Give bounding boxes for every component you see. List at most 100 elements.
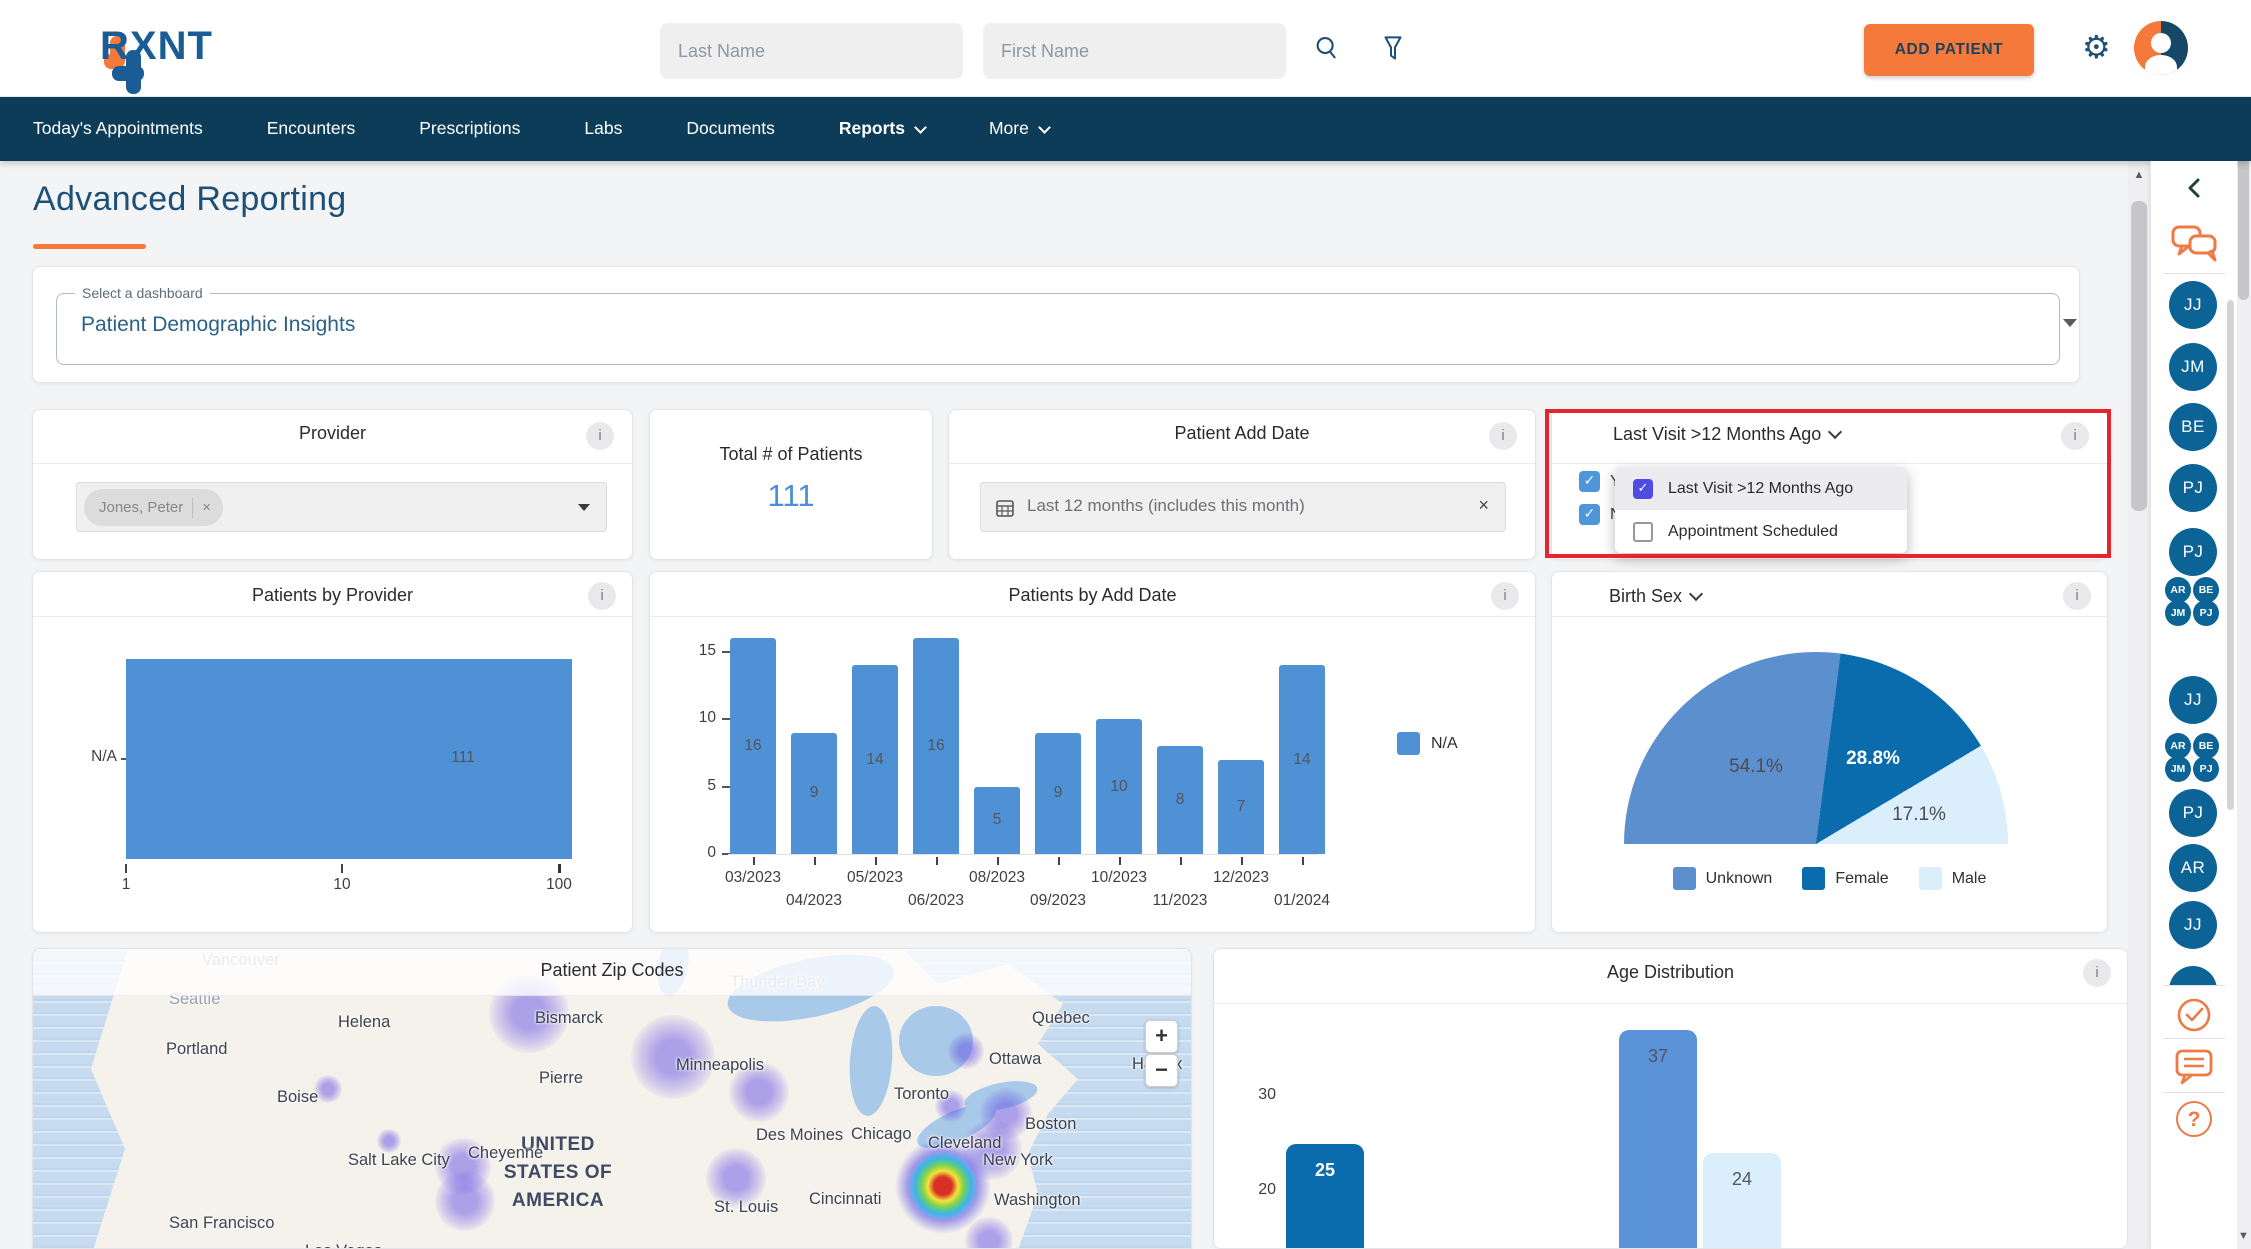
info-icon[interactable]: i xyxy=(588,582,616,610)
clear-icon[interactable]: × xyxy=(1478,495,1489,516)
last-visit-yes-checkbox[interactable]: ✓ xyxy=(1579,471,1600,492)
x-tick-mark xyxy=(1302,857,1304,865)
chart-bar[interactable] xyxy=(1703,1153,1781,1249)
legend-item: Female xyxy=(1802,867,1888,890)
avatar[interactable]: PJ xyxy=(2169,528,2217,576)
legend-swatch xyxy=(1397,732,1420,755)
x-tick-label: 08/2023 xyxy=(957,869,1037,887)
avatar[interactable] xyxy=(2134,21,2188,75)
legend-item: Male xyxy=(1919,867,1987,890)
nav-item-label: More xyxy=(989,118,1029,139)
provider-select[interactable]: Jones, Peter × xyxy=(76,482,607,532)
map-city-label: New York xyxy=(983,1151,1053,1170)
x-tick-label: 1 xyxy=(106,876,146,894)
sidebar-scrollbar-thumb[interactable] xyxy=(2227,300,2234,810)
dashboard-select-card: Select a dashboard Patient Demographic I… xyxy=(32,266,2080,383)
filter-icon[interactable] xyxy=(1378,33,1408,68)
chart-title: Birth Sex xyxy=(1609,586,1682,606)
last-name-input[interactable] xyxy=(660,23,963,79)
nav-item-encounters[interactable]: Encounters xyxy=(267,118,356,139)
gear-icon[interactable]: ⚙ xyxy=(2082,31,2111,63)
map-city-label: Des Moines xyxy=(756,1126,843,1145)
patients-by-provider-card: Patients by Provider i N/A 111 1 10 100 xyxy=(32,571,633,933)
bar-value-label: 16 xyxy=(913,737,959,755)
avatar[interactable]: PJ xyxy=(2169,464,2217,512)
scroll-up-icon[interactable]: ▲ xyxy=(2128,169,2150,181)
first-name-input[interactable] xyxy=(983,23,1286,79)
info-icon[interactable]: i xyxy=(1489,422,1517,450)
nav-item-today-s-appointments[interactable]: Today's Appointments xyxy=(33,118,203,139)
nav-item-more[interactable]: More xyxy=(989,118,1049,139)
tasks-check-icon[interactable] xyxy=(2174,995,2214,1040)
message-icon[interactable] xyxy=(2173,1047,2215,1090)
bar-value-label: 25 xyxy=(1286,1160,1364,1181)
y-tick-label: 10 xyxy=(684,709,716,727)
nav-item-prescriptions[interactable]: Prescriptions xyxy=(419,118,520,139)
avatar[interactable]: JJ xyxy=(2169,281,2217,329)
nav-item-labs[interactable]: Labs xyxy=(584,118,622,139)
y-tick-label: 20 xyxy=(1240,1181,1276,1199)
scroll-down-icon[interactable]: ▼ xyxy=(2236,1230,2251,1242)
chip-remove-icon[interactable]: × xyxy=(202,499,211,516)
avatar-list: JJJMBEPJPJARBEJMPJJJARBEJMPJPJARJJ xyxy=(2151,161,2237,985)
dashboard-select[interactable]: Select a dashboard xyxy=(56,285,2060,365)
x-tick-label: 10 xyxy=(322,876,362,894)
x-tick-label: 05/2023 xyxy=(835,869,915,887)
menu-item-appointment-scheduled[interactable]: Appointment Scheduled xyxy=(1615,510,1907,553)
chart-bar[interactable] xyxy=(126,659,572,859)
nav-item-documents[interactable]: Documents xyxy=(686,118,775,139)
add-patient-button[interactable]: ADD PATIENT xyxy=(1864,24,2034,76)
info-icon[interactable]: i xyxy=(2063,582,2091,610)
avatar[interactable]: JJ xyxy=(2169,676,2217,724)
dashboard-select-label: Select a dashboard xyxy=(75,285,210,301)
chevron-down-icon xyxy=(1828,425,1842,439)
help-icon[interactable]: ? xyxy=(2176,1101,2212,1137)
info-icon[interactable]: i xyxy=(2061,422,2089,450)
avatar[interactable]: JM xyxy=(2165,756,2191,782)
nav-item-reports[interactable]: Reports xyxy=(839,118,925,139)
legend-item: N/A xyxy=(1397,732,1458,755)
bar-value-label: 9 xyxy=(1035,784,1081,802)
chevron-down-icon[interactable] xyxy=(578,504,590,511)
avatar[interactable]: JM xyxy=(2165,600,2191,626)
birth-sex-title[interactable]: Birth Sex xyxy=(1609,586,1701,607)
page-scrollbar[interactable]: ▲ ▼ xyxy=(2236,0,2251,1249)
patients-by-add-date-card: Patients by Add Date i 0510151603/202390… xyxy=(649,571,1536,933)
avatar[interactable]: PJ xyxy=(2193,600,2219,626)
scrollbar-thumb[interactable] xyxy=(2131,201,2147,511)
info-icon[interactable]: i xyxy=(586,422,614,450)
chevron-down-icon[interactable] xyxy=(2063,319,2077,327)
nav-item-label: Reports xyxy=(839,118,905,139)
avatar[interactable]: PJ xyxy=(2169,789,2217,837)
title-underline xyxy=(33,244,146,249)
add-date-value: Last 12 months (includes this month) xyxy=(1027,496,1305,516)
total-patients-card: Total # of Patients 111 xyxy=(649,409,933,560)
bar-value-label: 16 xyxy=(730,737,776,755)
menu-item-last-visit[interactable]: ✓ Last Visit >12 Months Ago xyxy=(1615,467,1907,510)
content-scrollbar[interactable]: ▲ xyxy=(2128,161,2150,1249)
avatar[interactable]: JM xyxy=(2169,343,2217,391)
last-visit-title[interactable]: Last Visit >12 Months Ago xyxy=(1613,424,1840,445)
avatar[interactable]: BE xyxy=(2169,403,2217,451)
avatar[interactable] xyxy=(2169,966,2217,985)
map-city-label: Cheyenne xyxy=(468,1144,543,1163)
bar-value-label: 9 xyxy=(791,784,837,802)
app-header: RXNT ADD PATIENT ⚙ xyxy=(0,0,2251,97)
avatar[interactable]: PJ xyxy=(2193,756,2219,782)
map-city-label: Portland xyxy=(166,1040,227,1059)
provider-card: Provider i Jones, Peter × xyxy=(32,409,633,560)
last-visit-no-checkbox[interactable]: ✓ xyxy=(1579,504,1600,525)
map-city-label: Cincinnati xyxy=(809,1190,881,1209)
unchecked-checkbox[interactable] xyxy=(1633,522,1653,542)
avatar[interactable]: JJ xyxy=(2169,901,2217,949)
map-zoom-out-button[interactable]: − xyxy=(1145,1054,1178,1087)
pie-slice-label: 54.1% xyxy=(1711,756,1801,778)
provider-chip[interactable]: Jones, Peter × xyxy=(84,489,223,526)
search-icon[interactable] xyxy=(1312,33,1342,68)
map-zoom-in-button[interactable]: + xyxy=(1145,1020,1178,1053)
last-visit-title-label: Last Visit >12 Months Ago xyxy=(1613,424,1821,444)
add-date-input[interactable]: Last 12 months (includes this month) × xyxy=(980,482,1506,532)
avatar[interactable]: AR xyxy=(2169,844,2217,892)
checked-checkbox[interactable]: ✓ xyxy=(1633,479,1653,499)
map-city-label: San Francisco xyxy=(169,1214,274,1233)
